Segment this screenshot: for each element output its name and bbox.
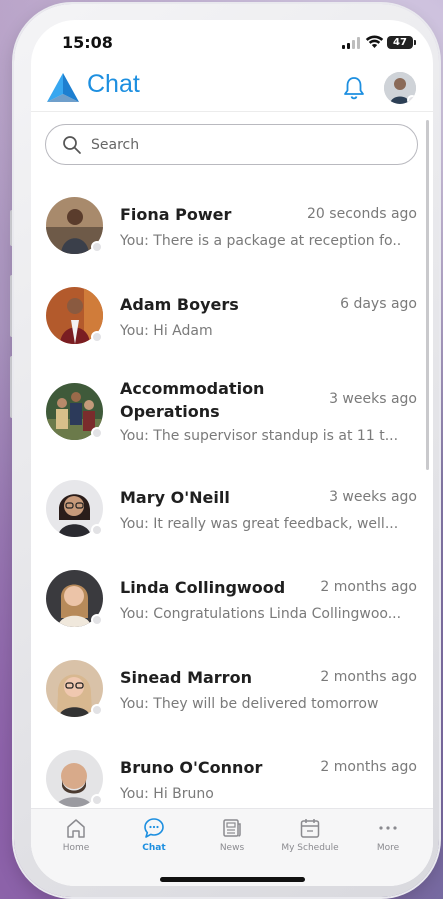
search-icon bbox=[63, 136, 81, 154]
chat-preview: You: Hi Bruno bbox=[120, 786, 214, 802]
presence-indicator bbox=[91, 524, 103, 536]
chat-timestamp: 6 days ago bbox=[340, 296, 417, 312]
avatar bbox=[46, 660, 103, 717]
avatar bbox=[46, 383, 103, 440]
tab-chat[interactable]: Chat bbox=[115, 817, 193, 863]
tab-label: My Schedule bbox=[281, 843, 339, 853]
chat-item-accommodation-operations[interactable]: Accommodation Operations 3 weeks ago You… bbox=[31, 379, 423, 483]
chat-item-bruno-oconnor[interactable]: Bruno O'Connor 2 months ago You: Hi Brun… bbox=[31, 750, 423, 808]
tab-label: More bbox=[376, 843, 400, 853]
chat-name: Mary O'Neill bbox=[120, 488, 230, 507]
search-bar[interactable] bbox=[45, 124, 418, 165]
chat-name: Bruno O'Connor bbox=[120, 758, 263, 777]
chat-name: Accommodation Operations bbox=[120, 379, 265, 421]
chat-name: Adam Boyers bbox=[120, 295, 239, 314]
chat-item-sinead-marron[interactable]: Sinead Marron 2 months ago You: They wil… bbox=[31, 660, 423, 750]
presence-indicator bbox=[91, 614, 103, 626]
app-logo-icon bbox=[47, 73, 79, 102]
avatar bbox=[46, 197, 103, 254]
chat-timestamp: 3 weeks ago bbox=[329, 391, 417, 407]
chat-timestamp: 20 seconds ago bbox=[307, 206, 417, 222]
avatar bbox=[46, 287, 103, 344]
wifi-icon bbox=[365, 35, 384, 48]
chat-item-mary-oneill[interactable]: Mary O'Neill 3 weeks ago You: It really … bbox=[31, 480, 423, 570]
battery-tip bbox=[414, 40, 416, 45]
scrollbar[interactable] bbox=[426, 120, 429, 470]
chat-name: Linda Collingwood bbox=[120, 578, 286, 597]
newspaper-icon bbox=[223, 819, 241, 837]
presence-indicator bbox=[91, 331, 103, 343]
tab-label: News bbox=[219, 843, 245, 853]
app-header: Chat bbox=[31, 70, 433, 112]
chat-preview: You: The supervisor standup is at 11 t..… bbox=[120, 428, 399, 444]
tab-more[interactable]: More bbox=[349, 817, 427, 863]
status-bar: 15:08 47 bbox=[31, 20, 433, 70]
home-indicator bbox=[160, 877, 305, 882]
chat-item-adam-boyers[interactable]: Adam Boyers 6 days ago You: Hi Adam bbox=[31, 287, 423, 377]
chat-name: Fiona Power bbox=[120, 205, 232, 224]
chat-bubble-icon bbox=[144, 818, 164, 838]
chat-item-linda-collingwood[interactable]: Linda Collingwood 2 months ago You: Cong… bbox=[31, 570, 423, 660]
presence-indicator bbox=[91, 427, 103, 439]
user-avatar[interactable] bbox=[384, 72, 416, 104]
presence-indicator bbox=[407, 95, 416, 104]
avatar bbox=[46, 750, 103, 807]
chat-timestamp: 2 months ago bbox=[320, 669, 417, 685]
bottom-tab-bar: Home Chat News My Schedule More bbox=[31, 808, 433, 886]
battery-level: 47 bbox=[387, 36, 413, 49]
status-time: 15:08 bbox=[62, 33, 113, 52]
presence-indicator bbox=[91, 794, 103, 806]
chat-item-fiona-power[interactable]: Fiona Power 20 seconds ago You: There is… bbox=[31, 197, 423, 287]
chat-name: Sinead Marron bbox=[120, 668, 252, 687]
presence-indicator bbox=[91, 241, 103, 253]
tab-label: Home bbox=[62, 843, 90, 853]
home-icon bbox=[67, 819, 85, 838]
presence-indicator bbox=[91, 704, 103, 716]
cellular-signal-icon bbox=[342, 37, 362, 49]
more-dots-icon bbox=[379, 826, 397, 830]
chat-preview: You: It really was great feedback, well.… bbox=[120, 516, 399, 532]
chat-preview: You: There is a package at reception fo.… bbox=[120, 233, 400, 249]
chat-list: Fiona Power 20 seconds ago You: There is… bbox=[31, 180, 433, 808]
phone-screen: 15:08 47 Chat Search Fiona Power 20 seco… bbox=[31, 20, 433, 886]
chat-timestamp: 2 months ago bbox=[320, 579, 417, 595]
chat-preview: You: They will be delivered tomorrow bbox=[120, 696, 379, 712]
avatar bbox=[46, 480, 103, 537]
avatar bbox=[46, 570, 103, 627]
chat-timestamp: 2 months ago bbox=[320, 759, 417, 775]
tab-home[interactable]: Home bbox=[37, 817, 115, 863]
bell-icon[interactable] bbox=[343, 76, 365, 100]
tab-label: Chat bbox=[142, 843, 166, 853]
search-input[interactable] bbox=[91, 125, 391, 164]
page-title: Chat bbox=[87, 70, 140, 98]
tab-news[interactable]: News bbox=[193, 817, 271, 863]
tab-my-schedule[interactable]: My Schedule bbox=[271, 817, 349, 863]
calendar-icon bbox=[300, 819, 320, 838]
chat-preview: You: Congratulations Linda Collingwoo... bbox=[120, 606, 400, 622]
chat-timestamp: 3 weeks ago bbox=[329, 489, 417, 505]
chat-preview: You: Hi Adam bbox=[120, 323, 213, 339]
